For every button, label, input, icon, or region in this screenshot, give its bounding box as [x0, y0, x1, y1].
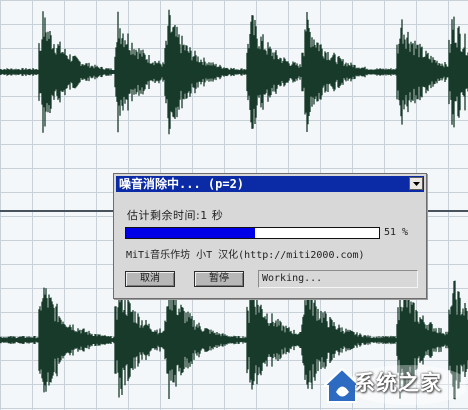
progress-bar	[125, 227, 380, 239]
waveform-channel-top	[0, 9, 468, 135]
credit-text: MiTi音乐作坊 小T 汉化(http://miti2000.com)	[126, 250, 365, 261]
site-watermark: 系统之家	[318, 359, 466, 407]
dialog-title-bar[interactable]: 噪音消除中... (p=2)	[116, 176, 424, 192]
chevron-down-icon	[413, 182, 420, 186]
dialog-title: 噪音消除中... (p=2)	[119, 177, 245, 191]
progress-bar-fill	[126, 228, 256, 238]
progress-percent: 51 %	[384, 227, 409, 238]
cancel-button[interactable]: 取消	[125, 271, 175, 287]
noise-reduction-dialog: 噪音消除中... (p=2) 估计剩余时间:1 秒 51 % MiTi音乐作坊 …	[113, 173, 427, 299]
status-field: Working...	[258, 270, 418, 288]
dialog-menu-button[interactable]	[409, 177, 423, 190]
pause-button[interactable]: 暂停	[194, 271, 244, 287]
remaining-time-text: 估计剩余时间:1 秒	[127, 209, 224, 222]
waveform-channel-top-path	[0, 9, 468, 135]
watermark-text: 系统之家	[354, 371, 442, 395]
